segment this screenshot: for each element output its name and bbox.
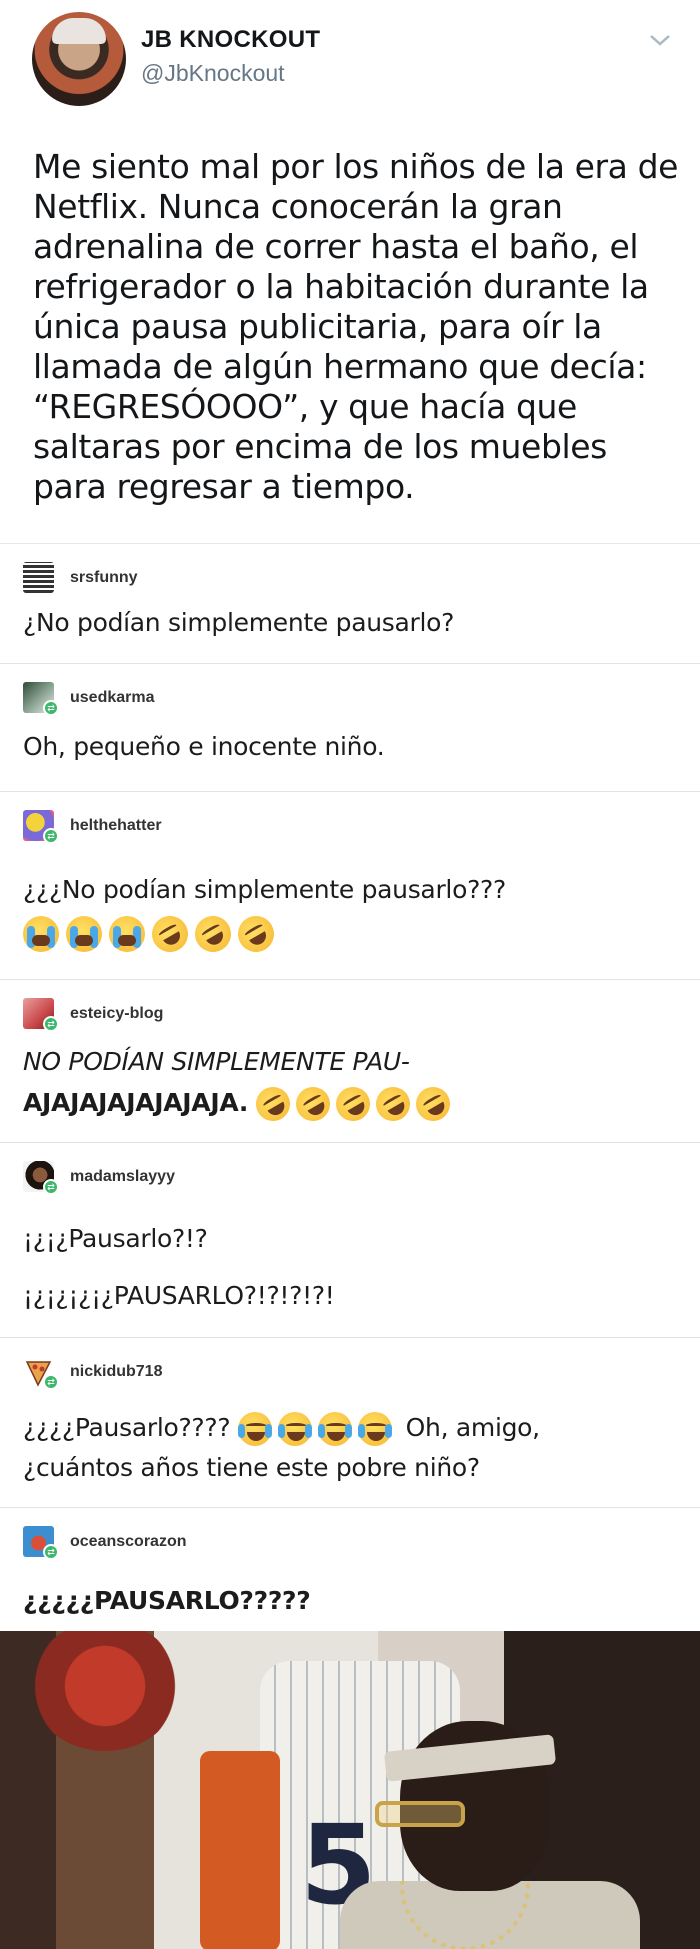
loudly-crying-face-icon <box>23 916 59 952</box>
rolling-on-floor-laughing-icon <box>369 1080 416 1128</box>
rolling-on-floor-laughing-icon <box>231 909 281 959</box>
rolling-on-floor-laughing-icon <box>289 1080 336 1128</box>
reblog-text: NO PODÍAN SIMPLEMENTE PAU- <box>23 1047 410 1076</box>
reblog-text: Oh, pequeño e inocente niño. <box>23 732 385 761</box>
tweet-author-name[interactable]: JB KNOCKOUT <box>141 26 320 54</box>
reblog-text: Oh, amigo, <box>405 1413 540 1442</box>
reblog-text: AJAJAJAJAJAJAJA. <box>23 1088 249 1117</box>
face-with-tears-of-joy-icon <box>358 1412 392 1446</box>
username[interactable]: oceanscorazon <box>70 1533 186 1551</box>
reblog-icon: ⇄ <box>43 1374 59 1390</box>
username[interactable]: helthehatter <box>70 817 162 835</box>
rolling-on-floor-laughing-icon <box>188 909 238 959</box>
username[interactable]: nickidub718 <box>70 1363 162 1381</box>
reblog-icon: ⇄ <box>43 1179 59 1195</box>
reblog-entry: ⇄ nickidub718 ¿¿¿¿Pausarlo???? Oh, amigo… <box>0 1338 700 1508</box>
tweet-card: JB KNOCKOUT @JbKnockout Me siento mal po… <box>0 0 700 544</box>
tweet-text: Me siento mal por los niños de la era de… <box>33 147 679 506</box>
reblog-text: ¿No podían simplemente pausarlo? <box>23 608 455 637</box>
user-avatar[interactable] <box>23 562 54 593</box>
reblog-icon: ⇄ <box>43 700 59 716</box>
reblog-entry: ⇄ esteicy-blog NO PODÍAN SIMPLEMENTE PAU… <box>0 980 700 1143</box>
reblog-text: ¡¿¡¿Pausarlo?!? <box>23 1224 208 1253</box>
reblog-entry: srsfunny ¿No podían simplemente pausarlo… <box>0 544 700 664</box>
reblog-text-row: AJAJAJAJAJAJAJA. <box>23 1080 683 1128</box>
face-with-tears-of-joy-icon <box>318 1412 352 1446</box>
reblog-entry: ⇄ madamslayyy ¡¿¡¿Pausarlo?!? ¡¿¡¿¡¿¡¿PA… <box>0 1143 700 1338</box>
rolling-on-floor-laughing-icon <box>145 909 195 959</box>
username[interactable]: usedkarma <box>70 689 155 707</box>
username[interactable]: srsfunny <box>70 569 138 587</box>
reblog-entry: ⇄ oceanscorazon ¿¿¿¿¿PAUSARLO????? <box>0 1508 700 1631</box>
chevron-down-icon[interactable] <box>647 30 673 50</box>
username[interactable]: esteicy-blog <box>70 1005 163 1023</box>
rolling-on-floor-laughing-icon <box>329 1080 376 1128</box>
reblog-icon: ⇄ <box>43 1016 59 1032</box>
reblog-text-row: ¿¿¿¿Pausarlo???? Oh, amigo, <box>23 1409 683 1447</box>
tweet-avatar[interactable] <box>32 12 126 106</box>
reblog-icon: ⇄ <box>43 828 59 844</box>
reblog-icon: ⇄ <box>43 1544 59 1560</box>
rolling-on-floor-laughing-icon <box>409 1080 456 1128</box>
reblog-text: ¿¿¿¿Pausarlo???? <box>23 1413 231 1442</box>
face-with-tears-of-joy-icon <box>238 1412 272 1446</box>
reblog-entry: ⇄ usedkarma Oh, pequeño e inocente niño. <box>0 664 700 792</box>
tweet-author-handle[interactable]: @JbKnockout <box>141 60 285 87</box>
reblog-text: ¿¿¿¿¿PAUSARLO????? <box>23 1586 311 1615</box>
rolling-on-floor-laughing-icon <box>249 1080 296 1128</box>
reblog-text: ¿¿¿No podían simplemente pausarlo??? <box>23 875 506 904</box>
reblog-entry: ⇄ helthehatter ¿¿¿No podían simplemente … <box>0 792 700 980</box>
reblog-text: ¿cuántos años tiene este pobre niño? <box>23 1453 480 1482</box>
loudly-crying-face-icon <box>109 916 145 952</box>
reaction-photo: 5 <box>0 1631 700 1949</box>
face-with-tears-of-joy-icon <box>278 1412 312 1446</box>
reblog-text: ¡¿¡¿¡¿¡¿PAUSARLO?!?!?!?! <box>23 1281 335 1310</box>
emoji-row <box>23 909 683 959</box>
username[interactable]: madamslayyy <box>70 1168 175 1186</box>
loudly-crying-face-icon <box>66 916 102 952</box>
